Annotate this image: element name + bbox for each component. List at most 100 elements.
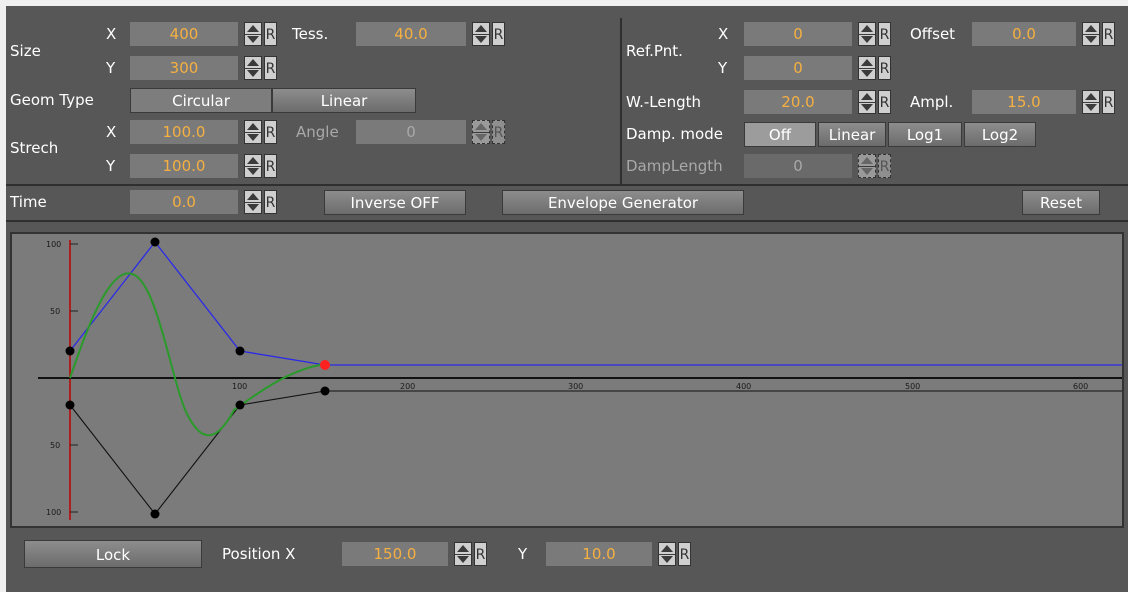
envelope-point[interactable] <box>65 346 75 356</box>
damp-log1-button[interactable]: Log1 <box>888 122 962 147</box>
ref-y-reset-button[interactable]: R <box>878 56 891 80</box>
size-label: Size <box>10 42 41 60</box>
strech-y-field[interactable]: 100.0 <box>130 154 238 178</box>
y-tick-label: 50 <box>50 441 61 450</box>
damp-log2-button[interactable]: Log2 <box>964 122 1036 147</box>
time-row-top-divider <box>6 184 1128 186</box>
strech-x-label: X <box>106 123 117 141</box>
inverse-toggle-button[interactable]: Inverse OFF <box>324 190 466 215</box>
y-tick-label: 50 <box>50 307 61 316</box>
strech-x-field[interactable]: 100.0 <box>130 120 238 144</box>
size-y-field[interactable]: 300 <box>130 56 238 80</box>
position-y-field[interactable]: 10.0 <box>546 542 652 566</box>
time-spinner[interactable] <box>244 190 262 214</box>
offset-spinner[interactable] <box>1082 22 1100 46</box>
damp-mode-label: Damp. mode <box>626 125 723 143</box>
x-tick-label: 200 <box>400 382 416 391</box>
envelope-generator-button[interactable]: Envelope Generator <box>502 190 744 215</box>
ref-x-spinner[interactable] <box>858 22 876 46</box>
time-reset-button[interactable]: R <box>264 190 277 214</box>
size-y-label: Y <box>106 59 116 77</box>
damp-linear-button[interactable]: Linear <box>818 122 886 147</box>
angle-field[interactable]: 0 <box>356 120 466 144</box>
position-y-reset-button[interactable]: R <box>678 542 691 566</box>
size-y-spinner[interactable] <box>244 56 262 80</box>
size-x-spinner[interactable] <box>244 22 262 46</box>
damp-length-field[interactable]: 0 <box>744 154 852 178</box>
size-x-reset-button[interactable]: R <box>264 22 277 46</box>
damped-wave-curve <box>69 272 326 437</box>
geom-linear-button[interactable]: Linear <box>272 88 416 113</box>
strech-y-label: Y <box>106 157 116 175</box>
position-x-spinner[interactable] <box>454 542 472 566</box>
tess-reset-button[interactable]: R <box>492 22 505 46</box>
strech-y-reset-button[interactable]: R <box>264 154 277 178</box>
damp-off-button[interactable]: Off <box>744 122 816 147</box>
size-x-field[interactable]: 400 <box>130 22 238 46</box>
ref-x-reset-button[interactable]: R <box>878 22 891 46</box>
strech-x-reset-button[interactable]: R <box>264 120 277 144</box>
angle-spinner[interactable] <box>472 120 490 144</box>
position-x-label: Position X <box>222 545 296 563</box>
wave-length-reset-button[interactable]: R <box>878 90 891 114</box>
mirror-envelope-point[interactable] <box>320 386 330 396</box>
selected-envelope-point[interactable] <box>320 360 330 370</box>
offset-label: Offset <box>910 25 956 43</box>
envelope-curve <box>69 240 1122 366</box>
envelope-editor-panel: Size X 400 R Y 300 R Tess. 40.0 R Geom T… <box>6 6 1128 592</box>
reset-button[interactable]: Reset <box>1022 190 1100 215</box>
position-x-reset-button[interactable]: R <box>474 542 487 566</box>
size-x-label: X <box>106 25 117 43</box>
tess-label: Tess. <box>292 25 329 43</box>
envelope-graph-canvas[interactable] <box>12 234 1122 526</box>
x-tick-label: 600 <box>1073 382 1089 391</box>
strech-x-spinner[interactable] <box>244 120 262 144</box>
mirror-envelope-curve <box>69 390 1122 515</box>
geom-circular-button[interactable]: Circular <box>130 88 272 113</box>
time-row-bottom-divider <box>6 220 1128 222</box>
strech-y-spinner[interactable] <box>244 154 262 178</box>
x-tick-label: 100 <box>232 382 248 391</box>
envelope-graph[interactable]: 100 50 50 100 100 200 300 400 500 600 <box>10 232 1124 528</box>
time-label: Time <box>10 193 47 211</box>
wave-length-spinner[interactable] <box>858 90 876 114</box>
section-divider <box>620 18 622 186</box>
amplitude-label: Ampl. <box>910 93 954 111</box>
offset-field[interactable]: 0.0 <box>972 22 1076 46</box>
damp-length-label: DampLength <box>626 157 723 175</box>
ref-y-spinner[interactable] <box>858 56 876 80</box>
position-x-field[interactable]: 150.0 <box>342 542 448 566</box>
tess-field[interactable]: 40.0 <box>356 22 466 46</box>
offset-reset-button[interactable]: R <box>1102 22 1115 46</box>
ref-y-field[interactable]: 0 <box>744 56 852 80</box>
damp-length-spinner[interactable] <box>858 154 876 178</box>
y-tick-label: 100 <box>46 508 62 517</box>
ref-pnt-label: Ref.Pnt. <box>626 42 683 60</box>
position-y-spinner[interactable] <box>658 542 676 566</box>
time-field[interactable]: 0.0 <box>130 190 238 214</box>
mirror-envelope-point[interactable] <box>235 400 245 410</box>
mirror-envelope-point[interactable] <box>65 400 75 410</box>
x-tick-label: 400 <box>736 382 752 391</box>
wave-length-field[interactable]: 20.0 <box>744 90 852 114</box>
mirror-envelope-point[interactable] <box>150 509 160 519</box>
amplitude-spinner[interactable] <box>1082 90 1100 114</box>
amplitude-field[interactable]: 15.0 <box>972 90 1076 114</box>
x-tick-label: 300 <box>568 382 584 391</box>
ref-y-label: Y <box>718 59 728 77</box>
ref-x-field[interactable]: 0 <box>744 22 852 46</box>
x-tick-label: 500 <box>905 382 921 391</box>
y-tick-label: 100 <box>46 240 62 249</box>
geom-type-label: Geom Type <box>10 91 94 109</box>
tess-spinner[interactable] <box>472 22 490 46</box>
position-y-label: Y <box>518 545 528 563</box>
damp-length-reset-button[interactable]: R <box>878 154 891 178</box>
lock-button[interactable]: Lock <box>24 540 202 568</box>
angle-reset-button[interactable]: R <box>492 120 505 144</box>
amplitude-reset-button[interactable]: R <box>1102 90 1115 114</box>
envelope-point[interactable] <box>150 237 160 247</box>
envelope-point[interactable] <box>235 346 245 356</box>
angle-label: Angle <box>296 123 339 141</box>
size-y-reset-button[interactable]: R <box>264 56 277 80</box>
ref-x-label: X <box>718 25 729 43</box>
